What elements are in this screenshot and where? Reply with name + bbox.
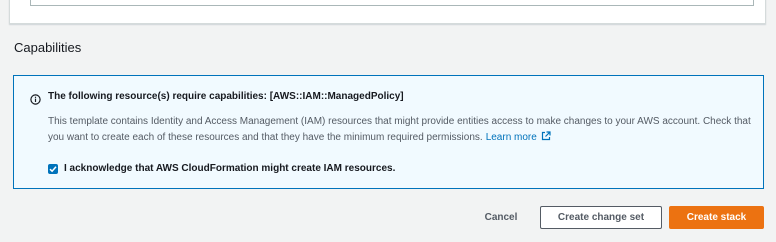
acknowledge-label: I acknowledge that AWS CloudFormation mi…	[64, 163, 396, 174]
previous-section-panel	[9, 0, 766, 24]
create-stack-button[interactable]: Create stack	[669, 206, 764, 229]
capabilities-heading: Capabilities	[14, 40, 82, 55]
capabilities-info-alert: The following resource(s) require capabi…	[13, 75, 764, 189]
info-icon	[30, 92, 41, 105]
cancel-button[interactable]: Cancel	[472, 206, 530, 229]
alert-title: The following resource(s) require capabi…	[48, 91, 404, 102]
alert-body: This template contains Identity and Acce…	[48, 114, 760, 146]
learn-more-label: Learn more	[485, 132, 537, 143]
previous-section-field	[30, 0, 754, 6]
create-change-set-button[interactable]: Create change set	[540, 206, 662, 229]
external-link-icon	[541, 131, 551, 141]
alert-body-text: This template contains Identity and Acce…	[48, 116, 751, 143]
learn-more-link[interactable]: Learn more	[485, 131, 551, 143]
acknowledge-checkbox[interactable]	[48, 164, 58, 174]
